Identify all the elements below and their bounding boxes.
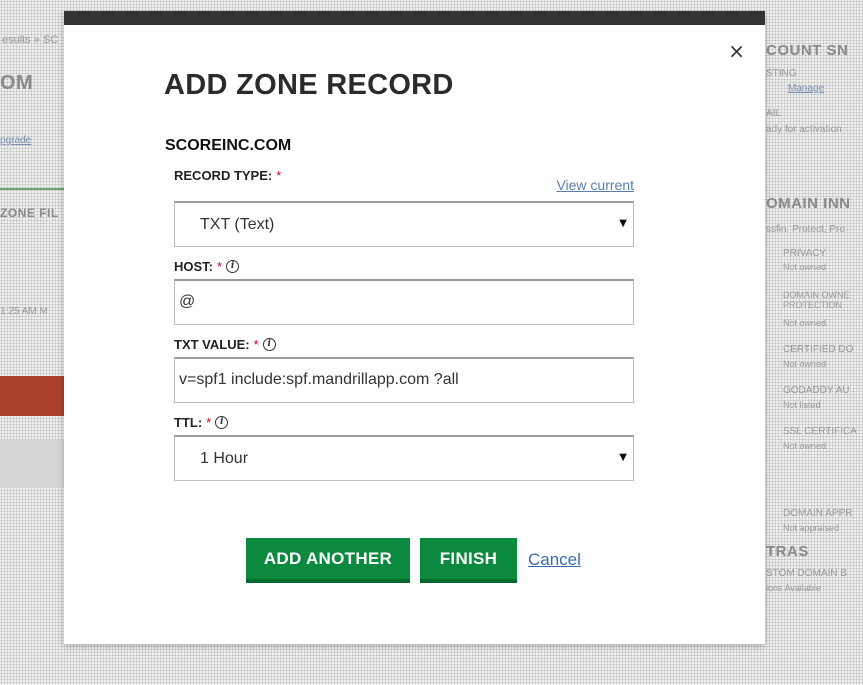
bg-item: PRIVACY [783,248,827,259]
add-another-button[interactable]: ADD ANOTHER [246,538,410,583]
cancel-link[interactable]: Cancel [528,550,581,570]
bg-options: ions Available [766,583,821,593]
bg-ready: ady for activation [766,124,842,135]
bg-item-status: Not owned [783,318,827,328]
info-icon[interactable]: i [262,338,276,351]
txt-value-label: TXT VALUE: * i [174,337,276,352]
info-icon[interactable]: i [215,416,229,429]
bg-manage-link: Manage [788,83,825,94]
bg-upgrade-link: pgrade [0,135,32,146]
bg-item-status: Not appraised [783,523,840,533]
host-value: @ [179,293,196,310]
bg-domain-title: OM [0,72,34,94]
record-type-label-text: RECORD TYPE: [174,168,273,183]
view-current-link[interactable]: View current [556,177,634,193]
bg-item: GODADDY AU [783,385,850,396]
bg-item: DOMAIN OWNE PROTECTION [783,290,850,310]
bg-hosting: STING [766,68,797,79]
required-mark: * [206,415,212,430]
bg-gray-block [0,440,64,488]
host-label: HOST: * i [174,259,240,274]
record-type-select[interactable]: TXT (Text) ▼ [174,201,634,247]
bg-item-status: Not owned [783,262,827,272]
bg-extras-heading: TRAS [766,543,809,560]
dialog-top-bar [64,11,765,25]
ttl-value: 1 Hour [200,450,249,467]
txt-value-label-text: TXT VALUE: [174,337,250,352]
finish-button[interactable]: FINISH [420,538,517,583]
required-mark: * [253,337,259,352]
dialog-title: ADD ZONE RECORD [164,69,454,101]
add-zone-record-dialog: × ADD ZONE RECORD SCOREINC.COM RECORD TY… [64,11,765,644]
ttl-label: TTL: * i [174,415,229,430]
host-label-text: HOST: [174,259,213,274]
required-mark: * [217,259,223,274]
bg-item-status: Not owned [783,441,827,451]
ttl-label-text: TTL: [174,415,203,430]
bg-red-button [0,376,64,416]
bg-item-status: Not owned [783,359,827,369]
bg-account-heading: COUNT SN [766,42,849,59]
bg-breadcrumb: esults » SC [2,34,59,46]
bg-divider [0,188,64,190]
required-mark: * [276,168,282,183]
ttl-select[interactable]: 1 Hour ▼ [174,435,634,481]
bg-protect: ssfin, Protect, Pro [766,224,845,235]
domain-name: SCOREINC.COM [165,137,292,154]
record-type-value: TXT (Text) [200,216,275,233]
bg-domain-heading: OMAIN INN [766,195,851,212]
close-icon[interactable]: × [728,41,745,61]
host-input[interactable]: @ [174,279,634,325]
dropdown-caret-icon: ▼ [619,452,627,463]
dropdown-caret-icon: ▼ [619,218,627,229]
bg-email: AIL [766,108,782,119]
record-type-label: RECORD TYPE: * [174,168,281,183]
bg-item: CERTIFIED DO [783,344,854,355]
bg-zone-heading: ZONE FIL [0,206,59,220]
bg-timestamp: 1:25 AM M [0,306,48,317]
info-icon[interactable]: i [226,260,240,273]
bg-item-status: Not listed [783,400,821,410]
txt-value-value: v=spf1 include:spf.mandrillapp.com ?all [179,371,459,388]
bg-custom: STOM DOMAIN B [766,568,847,579]
txt-value-input[interactable]: v=spf1 include:spf.mandrillapp.com ?all [174,357,634,403]
bg-item: SSL CERTIFICA [783,426,857,437]
bg-item: DOMAIN APPR [783,508,853,519]
